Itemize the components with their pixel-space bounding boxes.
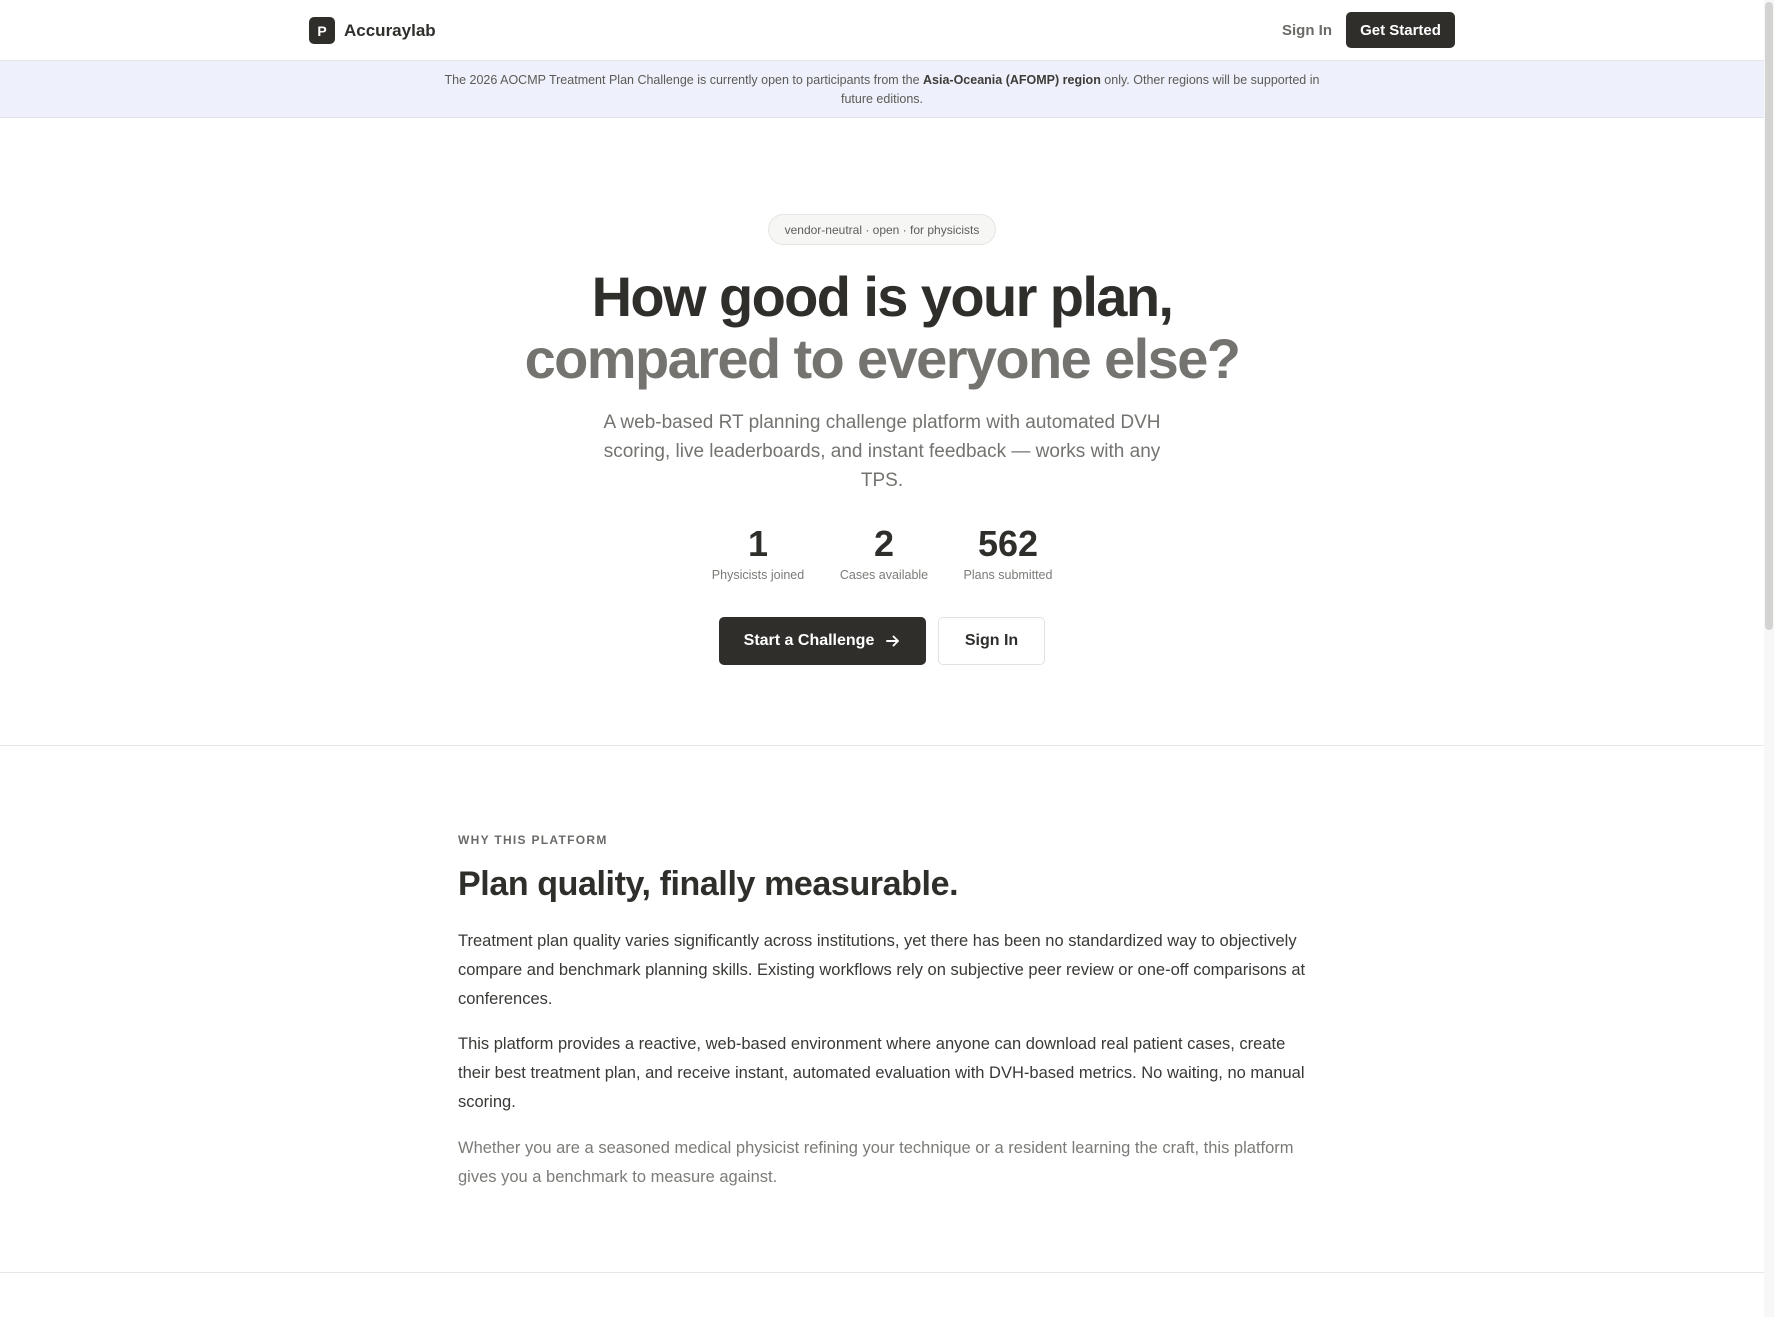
brand-name: Accuraylab: [344, 20, 436, 40]
hero-tag-pill: vendor-neutral · open · for physicists: [768, 214, 996, 245]
stat-plans-submitted: 562 Plans submitted: [948, 522, 1068, 582]
why-paragraph-1: Treatment plan quality varies significan…: [458, 932, 1306, 1008]
section-divider: [0, 1272, 1764, 1273]
section-divider: [0, 745, 1764, 746]
arrow-right-icon-svg: [886, 635, 900, 647]
scrollbar-thumb[interactable]: [1765, 2, 1773, 630]
stat-physicists-joined: 1 Physicists joined: [698, 522, 818, 582]
get-started-button[interactable]: Get Started: [1346, 12, 1455, 48]
hero-title-line-1: How good is your plan,: [591, 265, 1174, 328]
announcement-banner: The 2026 AOCMP Treatment Plan Challenge …: [0, 61, 1764, 118]
page: P Accuraylab Sign In Get Started The 202…: [0, 0, 1774, 1317]
brand-logo[interactable]: P Accuraylab: [309, 17, 436, 44]
section-title: Plan quality, finally measurable.: [458, 865, 959, 903]
stat-value: 1: [747, 523, 769, 564]
hero-title-line-2: compared to everyone else?: [524, 327, 1241, 390]
stat-cases-available: 2 Cases available: [824, 522, 944, 582]
hero-sign-in-button[interactable]: Sign In: [938, 617, 1045, 665]
stat-value: 2: [873, 523, 895, 564]
top-nav-bar: P Accuraylab Sign In Get Started: [0, 0, 1764, 61]
start-challenge-label: Start a Challenge: [743, 632, 875, 649]
stat-label: Plans submitted: [963, 568, 1053, 582]
hero-title: How good is your plan, compared to every…: [380, 266, 1384, 390]
hero-subtitle: A web-based RT planning challenge platfo…: [603, 412, 1161, 491]
stat-label: Cases available: [839, 568, 929, 582]
arrow-right-icon: [885, 633, 901, 649]
section-eyebrow: WHY THIS PLATFORM: [458, 833, 608, 847]
start-challenge-button[interactable]: Start a Challenge: [719, 617, 926, 665]
stat-label: Physicists joined: [711, 568, 805, 582]
banner-region: Asia-Oceania (AFOMP) region: [923, 73, 1101, 87]
logo-mark: P: [309, 17, 335, 44]
banner-text: The 2026 AOCMP Treatment Plan Challenge …: [440, 71, 1324, 109]
nav-sign-in-link[interactable]: Sign In: [1272, 12, 1342, 48]
why-paragraph-2: This platform provides a reactive, web-b…: [458, 1035, 1305, 1111]
banner-text-before: The 2026 AOCMP Treatment Plan Challenge …: [444, 73, 924, 87]
stat-value: 562: [977, 523, 1039, 564]
why-paragraph-3: Whether you are a seasoned medical physi…: [458, 1139, 1294, 1186]
